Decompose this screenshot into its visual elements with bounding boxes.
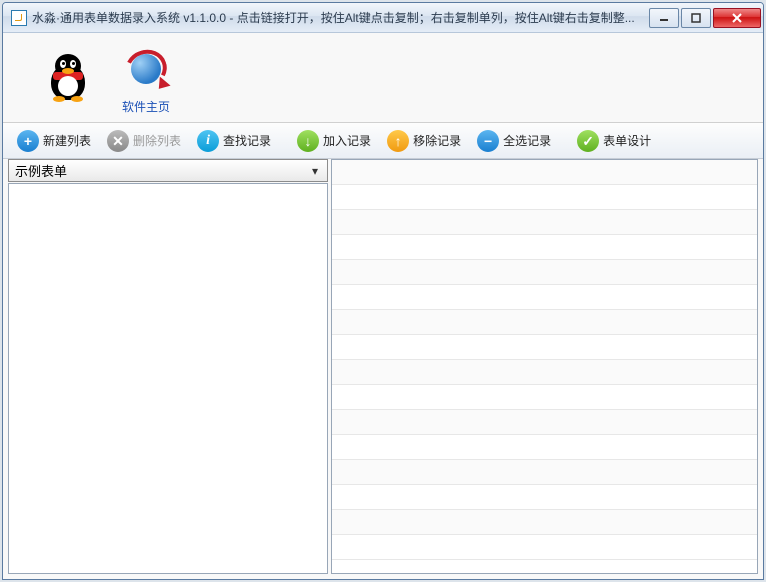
application-window: 水淼·通用表单数据录入系统 v1.1.0.0 - 点击链接打开，按住Alt键点击…	[2, 2, 764, 580]
table-row[interactable]	[332, 160, 757, 185]
table-row[interactable]	[332, 360, 757, 385]
table-row[interactable]	[332, 385, 757, 410]
records-grid[interactable]	[332, 160, 757, 573]
software-home-link[interactable]: 软件主页	[121, 44, 171, 115]
arrow-down-icon: ↓	[297, 130, 319, 152]
form-design-label: 表单设计	[603, 132, 651, 149]
remove-record-button[interactable]: ↑ 移除记录	[379, 126, 469, 156]
form-selector-dropdown[interactable]: 示例表单 ▾	[8, 159, 328, 182]
left-listbox[interactable]	[8, 183, 328, 574]
minimize-button[interactable]	[649, 8, 679, 28]
delete-list-button[interactable]: ✕ 删除列表	[99, 126, 189, 156]
maximize-icon	[691, 13, 701, 23]
window-controls	[647, 8, 761, 28]
table-row[interactable]	[332, 535, 757, 560]
minus-icon: −	[477, 130, 499, 152]
find-record-button[interactable]: i 查找记录	[189, 126, 279, 156]
table-row[interactable]	[332, 335, 757, 360]
left-panel: 示例表单 ▾	[8, 159, 328, 574]
add-record-label: 加入记录	[323, 132, 371, 149]
table-row[interactable]	[332, 310, 757, 335]
check-icon: ✓	[577, 130, 599, 152]
close-icon	[731, 12, 743, 24]
globe-icon	[121, 44, 171, 94]
remove-record-label: 移除记录	[413, 132, 461, 149]
content-area: 示例表单 ▾	[3, 159, 763, 579]
delete-list-label: 删除列表	[133, 132, 181, 149]
arrow-up-icon: ↑	[387, 130, 409, 152]
toolbar: + 新建列表 ✕ 删除列表 i 查找记录 ↓ 加入记录 ↑ 移除记录 − 全选记…	[3, 123, 763, 159]
minimize-icon	[659, 13, 669, 23]
chevron-down-icon: ▾	[307, 164, 323, 178]
table-row[interactable]	[332, 260, 757, 285]
table-row[interactable]	[332, 285, 757, 310]
app-icon	[11, 10, 27, 26]
software-home-label: 软件主页	[122, 98, 170, 115]
x-icon: ✕	[107, 130, 129, 152]
title-bar[interactable]: 水淼·通用表单数据录入系统 v1.1.0.0 - 点击链接打开，按住Alt键点击…	[3, 3, 763, 33]
table-row[interactable]	[332, 210, 757, 235]
select-all-label: 全选记录	[503, 132, 551, 149]
form-design-button[interactable]: ✓ 表单设计	[569, 126, 659, 156]
select-all-button[interactable]: − 全选记录	[469, 126, 559, 156]
new-list-button[interactable]: + 新建列表	[9, 126, 99, 156]
table-row[interactable]	[332, 410, 757, 435]
qq-link[interactable]	[43, 53, 93, 107]
title-text: 水淼·通用表单数据录入系统 v1.1.0.0 - 点击链接打开，按住Alt键点击…	[32, 9, 639, 26]
table-row[interactable]	[332, 485, 757, 510]
info-icon: i	[197, 130, 219, 152]
icon-bar: 软件主页	[3, 33, 763, 123]
table-row[interactable]	[332, 185, 757, 210]
plus-icon: +	[17, 130, 39, 152]
qq-penguin-icon	[43, 53, 93, 103]
close-button[interactable]	[713, 8, 761, 28]
new-list-label: 新建列表	[43, 132, 91, 149]
table-row[interactable]	[332, 510, 757, 535]
table-row[interactable]	[332, 435, 757, 460]
right-panel	[331, 159, 758, 574]
maximize-button[interactable]	[681, 8, 711, 28]
table-row[interactable]	[332, 460, 757, 485]
table-row[interactable]	[332, 235, 757, 260]
add-record-button[interactable]: ↓ 加入记录	[289, 126, 379, 156]
dropdown-selected: 示例表单	[15, 161, 307, 180]
find-record-label: 查找记录	[223, 132, 271, 149]
